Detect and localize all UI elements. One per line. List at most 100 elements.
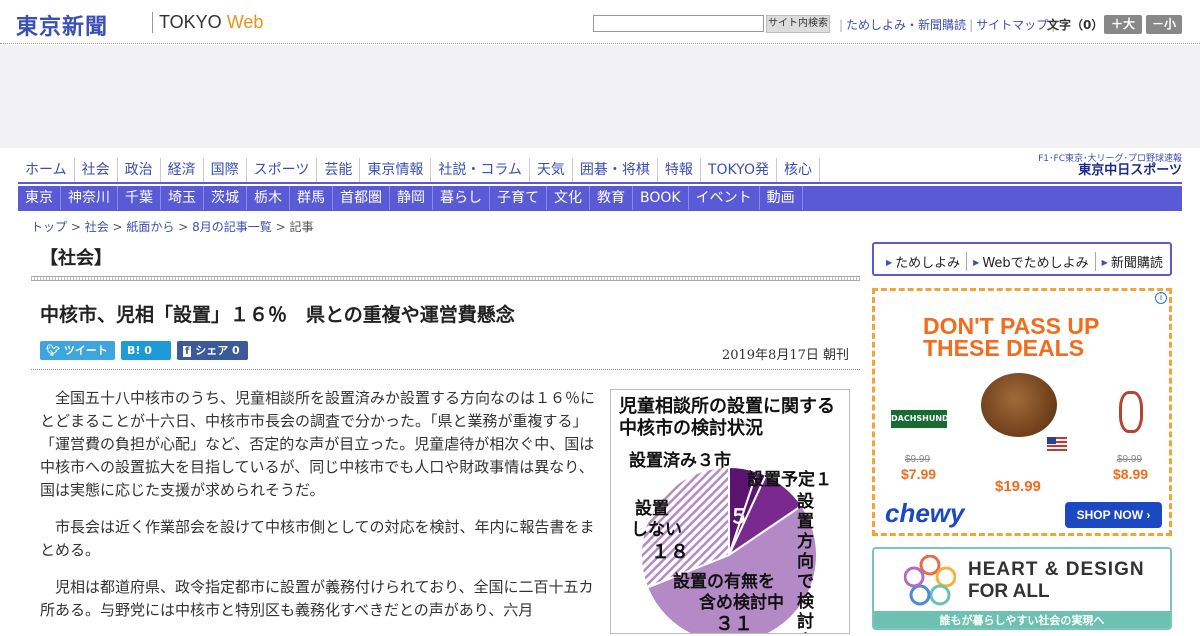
crumb-paper[interactable]: 紙面から — [126, 220, 174, 234]
price-center: $19.99 — [995, 478, 1041, 495]
subscribe-button[interactable]: 新聞購読 — [1096, 252, 1169, 271]
share-label: シェア — [195, 344, 229, 357]
nav-kakushin[interactable]: 核心 — [777, 158, 820, 182]
share-count: 0 — [232, 344, 240, 357]
nav-weather[interactable]: 天気 — [530, 158, 573, 182]
shop-now-button[interactable]: SHOP NOW › — [1065, 502, 1162, 528]
breadcrumb: トップ > 社会 > 紙面から > 8月の記事一覧 > 記事 — [31, 218, 313, 235]
nav-entertainment[interactable]: 芸能 — [317, 158, 361, 182]
article-date: 2019年8月17日 朝刊 — [721, 348, 849, 363]
facebook-share-button[interactable]: f シェア 0 — [177, 341, 248, 360]
old-price-left: $9.99 — [905, 454, 931, 465]
nav-editorial[interactable]: 社説・コラム — [431, 158, 530, 182]
nav2-education[interactable]: 教育 — [590, 186, 633, 210]
banner-line-3: 誰もが暮らしやすい社会の実現へ — [874, 611, 1170, 628]
article-headline: 中核市、児相「設置」１６％ 県との重複や運営費懸念 — [40, 304, 515, 326]
nav2-ibaraki[interactable]: 茨城 — [204, 186, 247, 210]
old-price-right: $9.99 — [1117, 454, 1143, 465]
product-image — [981, 373, 1057, 437]
price-right: $8.99 — [1113, 466, 1149, 482]
section-title: 【社会】 — [40, 248, 112, 269]
tokyo-web-logo[interactable]: TOKYO Web — [152, 12, 263, 33]
subscription-buttons: ためしよみWebでためしよみ新聞購読 — [872, 242, 1172, 276]
ad-headline-2: THESE DEALS — [923, 335, 1085, 361]
crumb-month[interactable]: 8月の記事一覧 — [192, 220, 272, 234]
nav2-kanagawa[interactable]: 神奈川 — [61, 186, 118, 210]
article-body: 全国五十八中核市のうち、児童相談所を設置済みか設置する方向なのは１６％にとどまる… — [40, 387, 602, 636]
subscribe-link[interactable]: ためしよみ・新聞購読 — [846, 18, 966, 32]
label-undecided-value: ３１ — [715, 613, 754, 634]
label-direction: 設置方向で検討中 — [797, 492, 814, 633]
logo-en-text: TOKYO — [159, 12, 222, 32]
nav2-saitama[interactable]: 埼玉 — [161, 186, 204, 210]
crumb-current: 記事 — [289, 220, 314, 234]
tweet-label: ツイート — [63, 344, 108, 357]
nav-tokyo-info[interactable]: 東京情報 — [360, 158, 432, 182]
nav2-shutoken[interactable]: 首都圏 — [333, 186, 390, 210]
banner-line-2: FOR ALL — [968, 581, 1050, 602]
nav2-video[interactable]: 動画 — [760, 186, 803, 210]
search-button[interactable]: サイト内検索 — [766, 15, 830, 33]
label-done: 設置済み３市 — [629, 451, 731, 471]
crumb-sep: > — [174, 220, 193, 234]
twitter-icon: 🐦︎ — [46, 344, 60, 357]
chunichi-logo: 東京中日スポーツ — [1078, 163, 1182, 178]
chewy-logo: chewy — [885, 498, 965, 528]
label-direction-value: ５ — [729, 504, 749, 528]
nav-politics[interactable]: 政治 — [118, 158, 161, 182]
hatena-count: 0 — [144, 344, 152, 357]
article-paragraph: 児相は都道府県、政令指定都市に設置が義務付けられており、全国に二百十五カ所ある。… — [40, 578, 594, 619]
crumb-society[interactable]: 社会 — [85, 220, 109, 234]
nav-tokyo-hatsu[interactable]: TOKYO発 — [701, 158, 777, 182]
flower-logo-icon — [904, 555, 956, 606]
chunichi-sports-link[interactable]: F1･FC東京･大リーグ･プロ野球速報 東京中日スポーツ — [1038, 154, 1182, 178]
article-figure[interactable]: 児童相談所の設置に関する中核市の検討状況 設置済み３市 設置予定１ ５ 設置方向… — [610, 389, 850, 634]
trial-button[interactable]: ためしよみ — [880, 252, 968, 271]
hatena-button[interactable]: B! 0 — [121, 341, 171, 360]
primary-nav: ホーム 社会 政治 経済 国際 スポーツ 芸能 東京情報 社説・コラム 天気 囲碁・将棋 特報 TOKY… — [18, 154, 1182, 184]
search-input[interactable] — [593, 15, 764, 32]
hatena-icon: B! — [127, 344, 141, 357]
tweet-button[interactable]: 🐦︎ ツイート — [40, 341, 115, 360]
article-paragraph: 市長会は近く作業部会を設けて中核市側としての対応を検討、年内に報告書をまとめる。 — [40, 518, 595, 559]
nav2-shizuoka[interactable]: 静岡 — [390, 186, 433, 210]
nav-society[interactable]: 社会 — [75, 158, 118, 182]
nav-go-shogi[interactable]: 囲碁・将棋 — [573, 158, 658, 182]
top-ad-space — [0, 45, 1200, 148]
nav2-parenting[interactable]: 子育て — [490, 186, 547, 210]
facebook-icon: f — [183, 346, 192, 357]
nav2-event[interactable]: イベント — [689, 186, 760, 210]
label-no-value: １８ — [651, 541, 690, 563]
chewy-ad[interactable]: i DON'T PASS UP THESE DEALS DACHSHUND $9… — [872, 288, 1172, 536]
secondary-nav: 東京 神奈川 千葉 埼玉 茨城 栃木 群馬 首都圏 静岡 暮らし 子育て 文化 教育 BOOK イベント 動画 — [18, 186, 1182, 211]
antler-toy-image — [1119, 391, 1143, 433]
banner-line-1: HEART & DESIGN — [968, 559, 1145, 580]
nav2-gunma[interactable]: 群馬 — [290, 186, 333, 210]
nav-international[interactable]: 国際 — [204, 158, 247, 182]
nav2-living[interactable]: 暮らし — [433, 186, 490, 210]
nav-tokuho[interactable]: 特報 — [658, 158, 701, 182]
crumb-sep: > — [271, 220, 290, 234]
nav2-tochigi[interactable]: 栃木 — [247, 186, 290, 210]
site-logo[interactable]: 東京新聞 — [16, 9, 108, 41]
web-trial-button[interactable]: Webでためしよみ — [967, 252, 1096, 271]
font-size-label: 文字（0） — [1047, 18, 1104, 32]
nav-home[interactable]: ホーム — [18, 158, 75, 182]
nav2-culture[interactable]: 文化 — [547, 186, 590, 210]
section-divider — [31, 276, 860, 281]
nav2-book[interactable]: BOOK — [633, 186, 689, 210]
crumb-top[interactable]: トップ — [31, 220, 67, 234]
font-smaller-button[interactable]: －小 — [1146, 15, 1182, 34]
font-larger-button[interactable]: ＋大 — [1104, 15, 1142, 34]
dachshund-tag: DACHSHUND — [891, 410, 949, 428]
nav-sports[interactable]: スポーツ — [247, 158, 318, 182]
flag-icon — [1047, 437, 1067, 451]
nav-economy[interactable]: 経済 — [161, 158, 204, 182]
ad-info-icon[interactable]: i — [1155, 292, 1167, 304]
article-paragraph: 全国五十八中核市のうち、児童相談所を設置済みか設置する方向なのは１６％にとどまる… — [40, 389, 596, 499]
nav2-tokyo[interactable]: 東京 — [18, 186, 61, 210]
sitemap-link[interactable]: サイトマップ — [976, 18, 1048, 32]
heart-design-banner[interactable]: HEART & DESIGN FOR ALL 誰もが暮らしやすい社会の実現へ — [872, 547, 1172, 630]
crumb-sep: > — [108, 220, 127, 234]
nav2-chiba[interactable]: 千葉 — [118, 186, 161, 210]
